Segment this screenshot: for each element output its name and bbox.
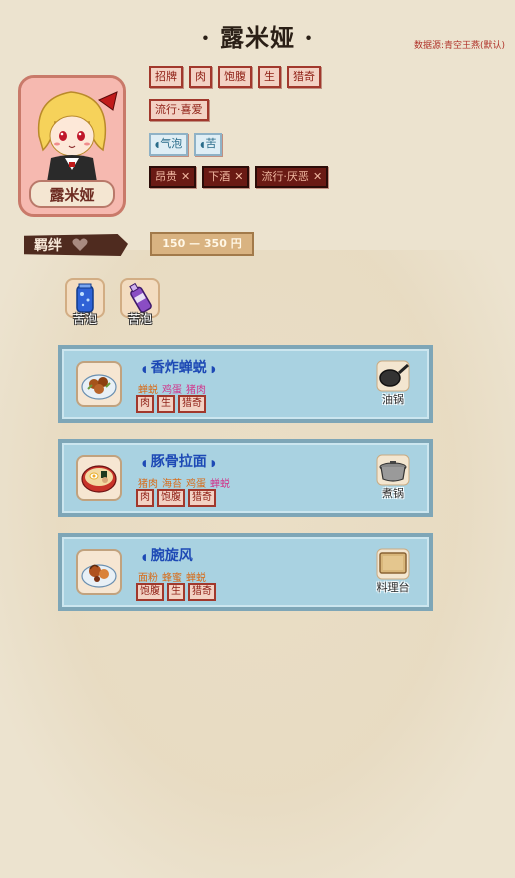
tag-negative[interactable]: 昂贵 ✕ — [149, 166, 197, 188]
ingredient[interactable]: 蝉蜕 — [138, 381, 158, 396]
ingredient[interactable]: 蝉蜕 — [210, 475, 230, 490]
tag-negative-label: 昂贵 — [155, 170, 177, 183]
cooking-tool[interactable]: 煮锅 — [371, 453, 415, 501]
tag-positive[interactable]: 生 — [258, 66, 281, 88]
pot-icon — [375, 453, 411, 487]
cooking-tool-label: 料理台 — [376, 581, 410, 594]
beverage-label: 苦泡 — [72, 312, 97, 326]
dish-tag[interactable]: 生 — [157, 395, 175, 413]
ingredient-list: 猪肉 海苔 鸡蛋 蝉蜕 — [138, 475, 230, 490]
ingredient-list: 面粉 蜂蜜 蝉蜕 — [138, 569, 206, 584]
tag-positive[interactable]: 饱腹 — [218, 66, 252, 88]
dish-name-text: 豚骨拉面 — [150, 454, 207, 470]
dish-card[interactable]: ◖ 腕旋风 面粉 蜂蜜 蝉蜕 饱腹 生 猎奇 料理台 — [58, 533, 433, 611]
dish-name-text: 腕旋风 — [150, 548, 193, 564]
negative-tags-row: 昂贵 ✕ 下酒 ✕ 流行·厌恶 ✕ — [149, 166, 329, 188]
ingredient[interactable]: 蝉蜕 — [186, 569, 206, 584]
positive-tags-row: 招牌 肉 饱腹 生 猎奇 — [149, 66, 321, 88]
tag-beverage[interactable]: 苦 — [194, 133, 223, 156]
dish-name: ◖ 香炸蝉蜕 ◗ — [142, 360, 216, 376]
dish-tags: 饱腹 生 猎奇 — [136, 583, 216, 601]
dish-name: ◖ 腕旋风 — [142, 548, 193, 564]
dish-tags: 肉 饱腹 猎奇 — [136, 489, 216, 507]
ingredient-list: 蝉蜕 鸡蛋 猪肉 — [138, 381, 206, 396]
ingredient[interactable]: 鸡蛋 — [186, 475, 206, 490]
dish-tags: 肉 生 猎奇 — [136, 395, 206, 413]
character-card[interactable]: 露米娅 — [18, 75, 126, 217]
rumia-portrait-icon — [21, 78, 123, 182]
tag-beverage[interactable]: 气泡 — [149, 133, 189, 156]
frying-pan-icon — [375, 359, 411, 393]
bond-label: 羁绊 — [34, 238, 62, 254]
cooking-tool-label: 煮锅 — [382, 487, 404, 500]
cooking-tool[interactable]: 油锅 — [371, 359, 415, 407]
ramen-icon — [76, 455, 122, 501]
tag-negative[interactable]: 下酒 ✕ — [202, 166, 250, 188]
ingredient[interactable]: 蜂蜜 — [162, 569, 182, 584]
beverage-tags-row: 气泡 苦 — [149, 133, 223, 156]
cooking-tool[interactable]: 料理台 — [371, 547, 415, 595]
data-source-label[interactable]: 数据源:青空王燕(默认) — [414, 38, 505, 51]
character-name: 露米娅 — [29, 180, 115, 208]
fried-dish-icon — [76, 361, 122, 407]
cooking-tool-label: 油锅 — [382, 393, 404, 406]
dish-card[interactable]: ◖ 香炸蝉蜕 ◗ 蝉蜕 鸡蛋 猪肉 肉 生 猎奇 油锅 — [58, 345, 433, 423]
beverage-label: 苦泡 — [127, 312, 152, 326]
dish-name-text: 香炸蝉蜕 — [150, 360, 207, 376]
tag-positive[interactable]: 猎奇 — [287, 66, 321, 88]
dish-name: ◖ 豚骨拉面 ◗ — [142, 454, 216, 470]
positive-tags-row-2: 流行·喜爱 — [149, 99, 209, 121]
ingredient[interactable]: 猪肉 — [138, 475, 158, 490]
dish-tag[interactable]: 猎奇 — [188, 583, 216, 601]
close-icon: ✕ — [312, 170, 323, 183]
ingredient[interactable]: 猪肉 — [186, 381, 206, 396]
ingredient[interactable]: 海苔 — [162, 475, 182, 490]
ingredient[interactable]: 面粉 — [138, 569, 158, 584]
tag-positive[interactable]: 流行·喜爱 — [149, 99, 209, 121]
dish-tag[interactable]: 饱腹 — [157, 489, 185, 507]
dish-tag[interactable]: 猎奇 — [178, 395, 206, 413]
dish-tag[interactable]: 肉 — [136, 489, 154, 507]
close-icon: ✕ — [234, 170, 244, 183]
close-icon: ✕ — [181, 170, 191, 183]
dish-card[interactable]: ◖ 豚骨拉面 ◗ 猪肉 海苔 鸡蛋 蝉蜕 肉 饱腹 猎奇 煮锅 — [58, 439, 433, 517]
tag-negative-label: 下酒 — [208, 170, 231, 183]
tag-positive[interactable]: 招牌 — [149, 66, 183, 88]
beverage-item[interactable]: 苦泡 — [117, 278, 163, 327]
dish-tag[interactable]: 饱腹 — [136, 583, 164, 601]
pastry-icon — [76, 549, 122, 595]
dish-tag[interactable]: 肉 — [136, 395, 154, 413]
dish-tag[interactable]: 生 — [167, 583, 185, 601]
tag-negative[interactable]: 流行·厌恶 ✕ — [255, 166, 329, 188]
price-range: 150 — 350 円 — [150, 232, 254, 256]
bond-indicator: 羁绊 — [24, 234, 128, 256]
dish-tag[interactable]: 猎奇 — [188, 489, 216, 507]
heart-icon — [72, 238, 88, 251]
tag-positive[interactable]: 肉 — [189, 66, 212, 88]
tag-negative-label: 流行·厌恶 — [261, 170, 309, 183]
cutting-board-icon — [375, 547, 411, 581]
ingredient[interactable]: 鸡蛋 — [162, 381, 182, 396]
beverage-item[interactable]: 苦泡 — [62, 278, 108, 327]
